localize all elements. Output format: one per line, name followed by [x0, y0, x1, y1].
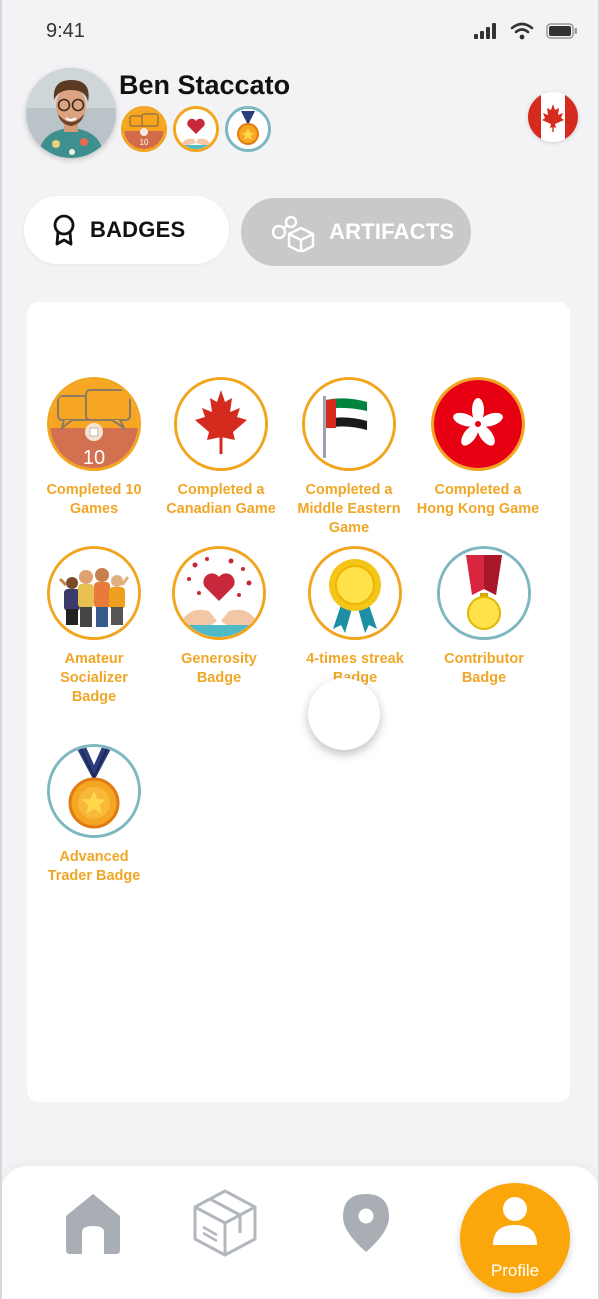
country-flag-button[interactable]: [528, 92, 578, 142]
badge-label: Amateur Socializer Badge: [60, 651, 128, 705]
nav-profile-label: Profile: [490, 1261, 540, 1280]
games-badge-count: 10: [83, 447, 105, 468]
badge-generosity[interactable]: Generosity Badge: [154, 546, 284, 688]
rosette-icon: [308, 546, 402, 640]
tab-artifacts[interactable]: ARTIFACTS: [241, 198, 471, 266]
gold-medal-icon: [47, 744, 141, 838]
badge-canadian-game[interactable]: Completed a Canadian Game: [156, 377, 286, 519]
nav-home[interactable]: [64, 1192, 122, 1259]
mini-badge-games[interactable]: 10: [121, 106, 167, 152]
badge-middle-eastern-game[interactable]: Completed a Middle Eastern Game: [284, 377, 414, 538]
maple-leaf-icon: [174, 377, 268, 471]
avatar[interactable]: [26, 68, 116, 158]
badge-label: Completed a Hong Kong Game: [416, 482, 540, 517]
status-time: 9:41: [46, 20, 85, 42]
games-badge-icon: 10: [47, 377, 141, 471]
user-icon: [493, 1197, 537, 1245]
home-icon: [66, 1194, 120, 1254]
hong-kong-flag-icon: [431, 377, 525, 471]
nav-profile[interactable]: Profile: [460, 1183, 570, 1293]
badge-hong-kong-game[interactable]: Completed a Hong Kong Game: [413, 377, 543, 519]
mini-badge-count: 10: [140, 138, 149, 147]
tab-artifacts-label: ARTIFACTS: [329, 219, 455, 244]
signal-icon: [474, 23, 496, 39]
nav-artifacts[interactable]: [193, 1189, 257, 1262]
user-name: Ben Staccato: [119, 70, 291, 100]
badge-label: Completed 10 Games: [46, 482, 142, 517]
battery-icon: [546, 23, 577, 39]
badge-4-times-streak[interactable]: 4-times streak Badge: [290, 546, 420, 688]
touch-indicator: [308, 678, 380, 750]
badges-panel: 10 Completed 10 Games Completed a Canadian…: [27, 302, 570, 1102]
badge-completed-10-games[interactable]: 10 Completed 10 Games: [29, 377, 159, 519]
nav-map[interactable]: [341, 1192, 391, 1259]
location-pin-icon: [343, 1194, 389, 1252]
uae-flag-icon: [302, 377, 396, 471]
artifacts-icon: [271, 215, 315, 252]
status-bar: 9:41: [0, 0, 600, 64]
badge-contributor[interactable]: Contributor Badge: [419, 546, 549, 688]
wifi-icon: [510, 22, 534, 40]
ribbon-badge-icon: [53, 214, 75, 246]
mini-badge-trader[interactable]: [225, 106, 271, 152]
badge-label: Completed a Canadian Game: [166, 482, 276, 517]
badge-amateur-socializer[interactable]: Amateur Socializer Badge: [29, 546, 159, 707]
badge-label: Generosity Badge: [181, 651, 257, 686]
box-icon: [193, 1189, 257, 1257]
red-ribbon-medal-icon: [437, 546, 531, 640]
badge-label: Completed a Middle Eastern Game: [297, 482, 401, 536]
badge-advanced-trader[interactable]: Advanced Trader Badge: [29, 744, 159, 886]
tab-badges-label: BADGES: [90, 217, 186, 242]
mini-badge-generosity[interactable]: [173, 106, 219, 152]
friends-group-icon: [47, 546, 141, 640]
tab-badges[interactable]: BADGES: [24, 196, 229, 264]
badge-label: Advanced Trader Badge: [47, 849, 141, 884]
heart-hands-icon: [172, 546, 266, 640]
status-icons: [474, 22, 578, 40]
badge-label: Contributor Badge: [444, 651, 524, 686]
featured-badges: 10: [121, 106, 271, 152]
